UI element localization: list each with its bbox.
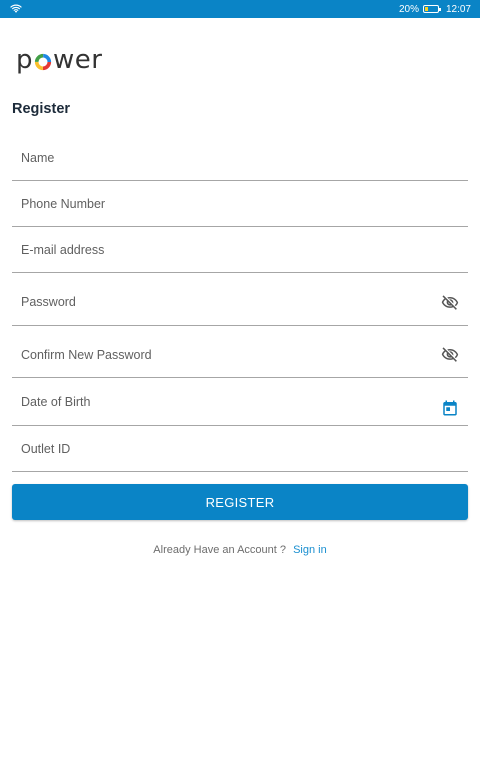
name-field-label: Name — [21, 151, 55, 165]
phone-field[interactable]: Phone Number — [12, 181, 468, 227]
email-field[interactable]: E-mail address — [12, 227, 468, 273]
outlet-id-field-label: Outlet ID — [21, 442, 71, 456]
name-field[interactable]: Name — [12, 136, 468, 181]
clock: 12:07 — [445, 3, 471, 15]
signin-prompt: Already Have an Account ? — [153, 544, 286, 556]
phone-field-label: Phone Number — [21, 197, 106, 211]
logo-text-start: p — [16, 45, 34, 75]
outlet-id-field[interactable]: Outlet ID — [12, 426, 468, 472]
battery-icon — [422, 5, 441, 13]
page-title: Register — [12, 101, 71, 117]
password-field-label: Password — [21, 295, 76, 309]
register-button[interactable]: REGISTER — [12, 484, 468, 520]
confirm-password-field-label: Confirm New Password — [21, 348, 152, 362]
email-field-label: E-mail address — [21, 243, 105, 257]
status-right: 20% 12:07 — [399, 0, 471, 18]
password-field[interactable]: Password — [12, 273, 468, 326]
power-logo: p wer — [16, 45, 103, 75]
signin-row: Already Have an Account ? Sign in — [0, 544, 480, 556]
visibility-off-icon[interactable] — [441, 346, 459, 364]
battery-percent: 20% — [398, 3, 419, 15]
date-of-birth-field-label: Date of Birth — [21, 395, 91, 409]
visibility-off-icon[interactable] — [441, 294, 459, 312]
calendar-icon[interactable] — [441, 399, 459, 417]
confirm-password-field[interactable]: Confirm New Password — [12, 326, 468, 378]
status-bar: 20% 12:07 — [0, 0, 480, 18]
wifi-icon — [10, 4, 22, 13]
logo-text-end: wer — [53, 45, 103, 75]
sign-in-link[interactable]: Sign in — [293, 544, 327, 556]
logo-ring-icon — [34, 53, 52, 70]
date-of-birth-field[interactable]: Date of Birth — [12, 378, 468, 426]
